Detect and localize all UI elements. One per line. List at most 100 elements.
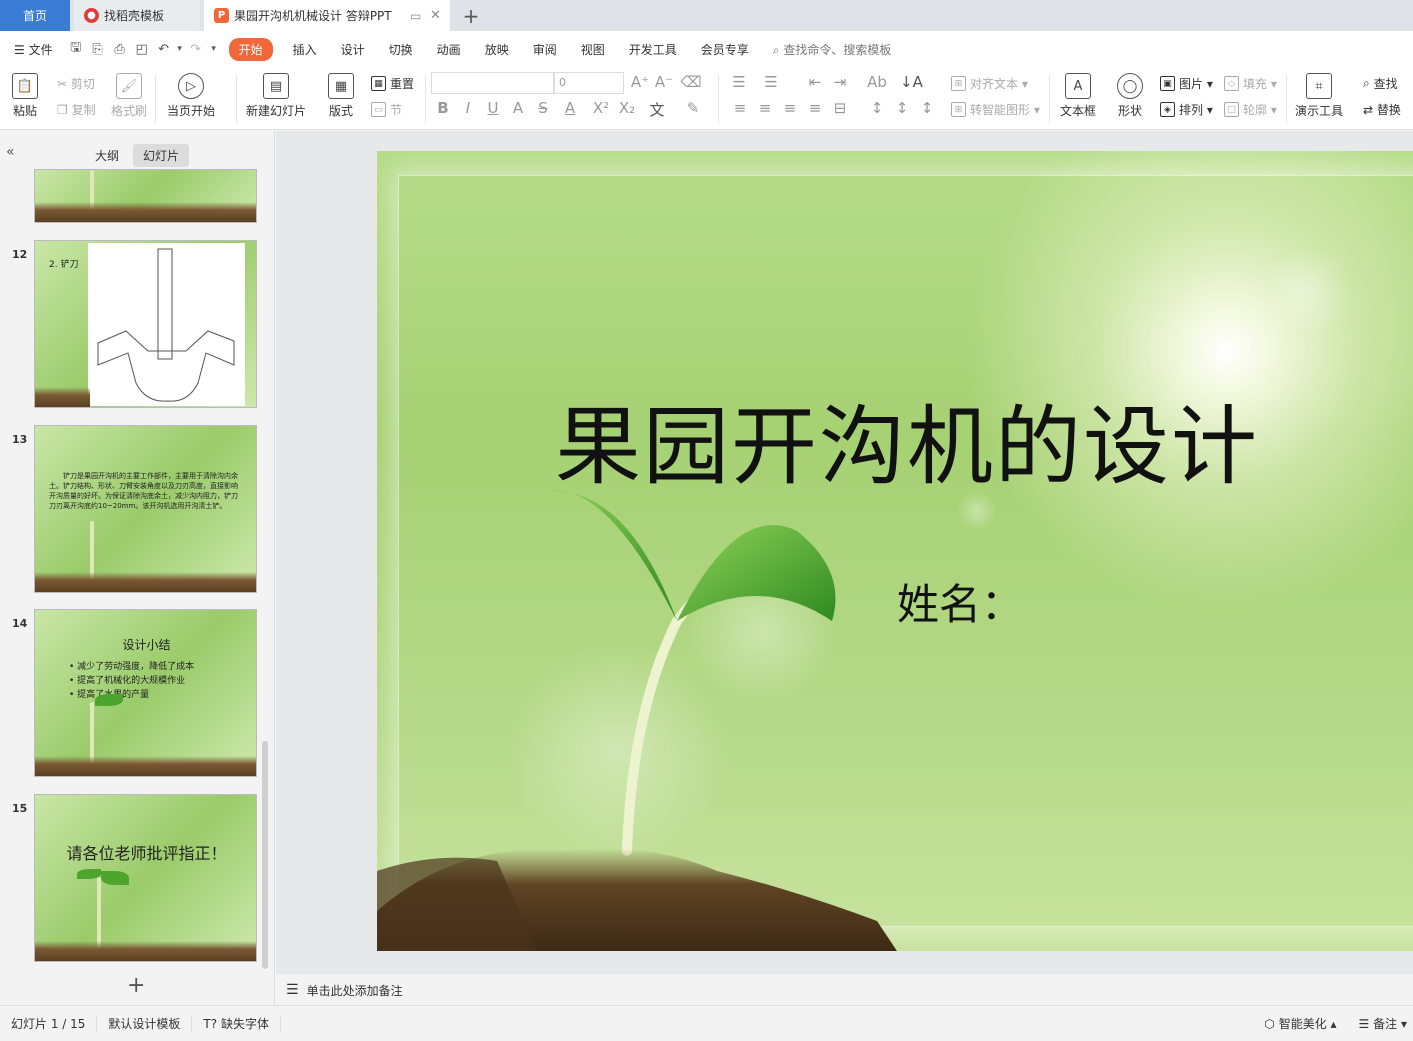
replace-button[interactable]: ⇄ 替换 [1363, 101, 1401, 118]
new-tab-button[interactable]: + [458, 0, 484, 31]
slide-title[interactable]: 果园开沟机的设计 [527, 376, 1287, 501]
slide-thumb-11[interactable] [34, 169, 257, 223]
slide-thumb-14[interactable]: 设计小结 • 减少了劳动强度，降低了成本 • 提高了机械化的大规模作业 • 提高… [34, 609, 257, 777]
notes-area[interactable]: ☰ 单击此处添加备注 [276, 975, 1413, 1005]
line-spacing-icon[interactable]: ↕ [866, 99, 888, 117]
distribute-icon[interactable]: ⊟ [829, 99, 851, 117]
outline-button[interactable]: □ 轮廓 ▾ [1224, 101, 1277, 118]
text-case-icon[interactable]: Ab [866, 73, 888, 91]
present-tools-icon: ⌗ [1306, 73, 1332, 99]
undo-icon[interactable]: ↶ [153, 38, 175, 60]
subscript-icon[interactable]: X₂ [616, 99, 638, 117]
bold-icon[interactable]: B [432, 99, 454, 117]
print-preview-icon[interactable]: ◰ [131, 38, 153, 60]
tab-home[interactable]: 首页 [0, 0, 70, 31]
shape-button[interactable]: ◯ 形状 [1117, 73, 1143, 119]
font-size-select[interactable]: 0 [554, 72, 624, 94]
superscript-icon[interactable]: X² [590, 99, 612, 117]
italic-icon[interactable]: I [457, 99, 479, 117]
format-painter-button[interactable]: 🖌 格式刷 [111, 73, 147, 119]
fill-button[interactable]: ◇ 填充 ▾ [1224, 75, 1277, 92]
text-direction-icon[interactable]: ↓A [900, 73, 923, 91]
missing-font-button[interactable]: T? 缺失字体 [192, 1015, 281, 1032]
menu-view[interactable]: 视图 [569, 41, 617, 58]
add-slide-button[interactable]: + [127, 973, 145, 998]
design-template-button[interactable]: 默认设计模板 [97, 1015, 193, 1032]
increase-indent-icon[interactable]: ⇥ [829, 73, 851, 91]
replace-icon: ⇄ [1363, 102, 1374, 117]
find-button[interactable]: ⌕ 查找 [1363, 75, 1398, 92]
bullets-icon[interactable]: ☰ [728, 73, 750, 91]
clear-format-icon[interactable]: ⌫ [680, 73, 702, 91]
menu-insert[interactable]: 插入 [281, 41, 329, 58]
line-spacing-options-icon[interactable]: ↕ [916, 99, 938, 117]
menu-transition[interactable]: 切换 [377, 41, 425, 58]
tab-slides[interactable]: 幻灯片 [133, 144, 190, 167]
menu-start[interactable]: 开始 [228, 37, 273, 61]
align-left-icon[interactable]: ≡ [729, 99, 751, 117]
grow-font-icon[interactable]: A⁺ [629, 73, 651, 91]
export-pdf-icon[interactable]: ⎘ [87, 38, 109, 60]
picture-icon: ▣ [1160, 76, 1175, 91]
slide-thumb-15[interactable]: 请各位老师批评指正！ [34, 794, 257, 962]
close-tab-icon[interactable]: ✕ [430, 8, 441, 23]
underline-icon[interactable]: U [482, 99, 504, 117]
quick-access-dropdown-icon[interactable]: ▾ [207, 38, 221, 60]
new-slide-button[interactable]: ▤ 新建幻灯片 [246, 73, 306, 119]
cut-button[interactable]: ✂ 剪切 [57, 75, 95, 92]
menu-member[interactable]: 会员专享 [689, 41, 761, 58]
align-right-icon[interactable]: ≡ [779, 99, 801, 117]
arrange-button[interactable]: ◈ 排列 ▾ [1160, 101, 1213, 118]
print-icon[interactable]: ⎙ [109, 38, 131, 60]
tab-outline[interactable]: 大纲 [85, 144, 129, 167]
align-center-icon[interactable]: ≡ [754, 99, 776, 117]
menu-developer[interactable]: 开发工具 [617, 41, 689, 58]
blade-drawing-svg [97, 248, 235, 402]
menu-animation[interactable]: 动画 [425, 41, 473, 58]
play-from-current-button[interactable]: ▷ 当页开始 [167, 73, 215, 119]
textbox-button[interactable]: A 文本框 [1060, 73, 1096, 119]
undo-dropdown-icon[interactable]: ▾ [175, 38, 185, 60]
present-tools-button[interactable]: ⌗ 演示工具 [1295, 73, 1343, 119]
decrease-indent-icon[interactable]: ⇤ [804, 73, 826, 91]
reset-button[interactable]: ▦ 重置 [371, 75, 414, 92]
highlight-icon[interactable]: ✎ [682, 99, 704, 117]
leaf-decoration [101, 871, 129, 885]
justify-icon[interactable]: ≡ [804, 99, 826, 117]
notes-toggle-button[interactable]: ☰ 备注 ▾ [1348, 1015, 1413, 1032]
redo-icon[interactable]: ↷ [185, 38, 207, 60]
tab-template[interactable]: ● 找稻壳模板 [74, 0, 200, 31]
numbering-icon[interactable]: ☰ [760, 73, 782, 91]
slide-thumb-13[interactable]: 铲刀是果园开沟机的主要工作部件，主要用于清除沟内余土。铲刀结构、形状、刀臂安装角… [34, 425, 257, 593]
current-slide[interactable]: 果园开沟机的设计 姓名： [377, 151, 1413, 951]
monitor-icon[interactable]: ▭ [410, 9, 421, 23]
save-icon[interactable]: 🖫 [65, 38, 87, 60]
shrink-font-icon[interactable]: A⁻ [653, 73, 675, 91]
slide-subtitle[interactable]: 姓名： [897, 571, 1023, 632]
reset-icon: ▦ [371, 76, 386, 91]
section-button[interactable]: ▭ 节 [371, 101, 402, 118]
font-name-select[interactable] [431, 72, 554, 94]
picture-button[interactable]: ▣ 图片 ▾ [1160, 75, 1213, 92]
menu-review[interactable]: 审阅 [521, 41, 569, 58]
command-search[interactable]: ⌕ 查找命令、搜索模板 [761, 41, 904, 58]
strikethrough-icon[interactable]: S [532, 99, 554, 117]
paragraph-spacing-icon[interactable]: ↕ [891, 99, 913, 117]
thumb-bullets: • 减少了劳动强度，降低了成本 • 提高了机械化的大规模作业 • 提高了水果的产… [69, 660, 194, 702]
collapse-panel-icon[interactable]: « [6, 144, 15, 160]
smart-beautify-button[interactable]: ⬡ 智能美化 ▴ [1253, 1015, 1347, 1032]
paste-button[interactable]: 📋 粘贴 [12, 73, 38, 119]
font-color-icon[interactable]: A [559, 99, 581, 117]
panel-scrollbar[interactable] [262, 741, 268, 969]
file-menu[interactable]: ☰ 文件 [0, 41, 65, 58]
text-shadow-icon[interactable]: A [507, 99, 529, 117]
smartart-button[interactable]: ⊞ 转智能图形 ▾ [951, 101, 1040, 118]
menu-slideshow[interactable]: 放映 [473, 41, 521, 58]
align-text-button[interactable]: ⊞ 对齐文本 ▾ [951, 75, 1028, 92]
slide-thumb-12[interactable]: 2. 铲刀 [34, 240, 257, 408]
tab-document[interactable]: P 果园开沟机机械设计 答辩PPT ▭ ✕ [204, 0, 450, 31]
layout-button[interactable]: ▦ 版式 [328, 73, 354, 119]
menu-design[interactable]: 设计 [329, 41, 377, 58]
copy-button[interactable]: ❐ 复制 [57, 101, 96, 118]
phonetic-icon[interactable]: 文 [646, 99, 668, 120]
